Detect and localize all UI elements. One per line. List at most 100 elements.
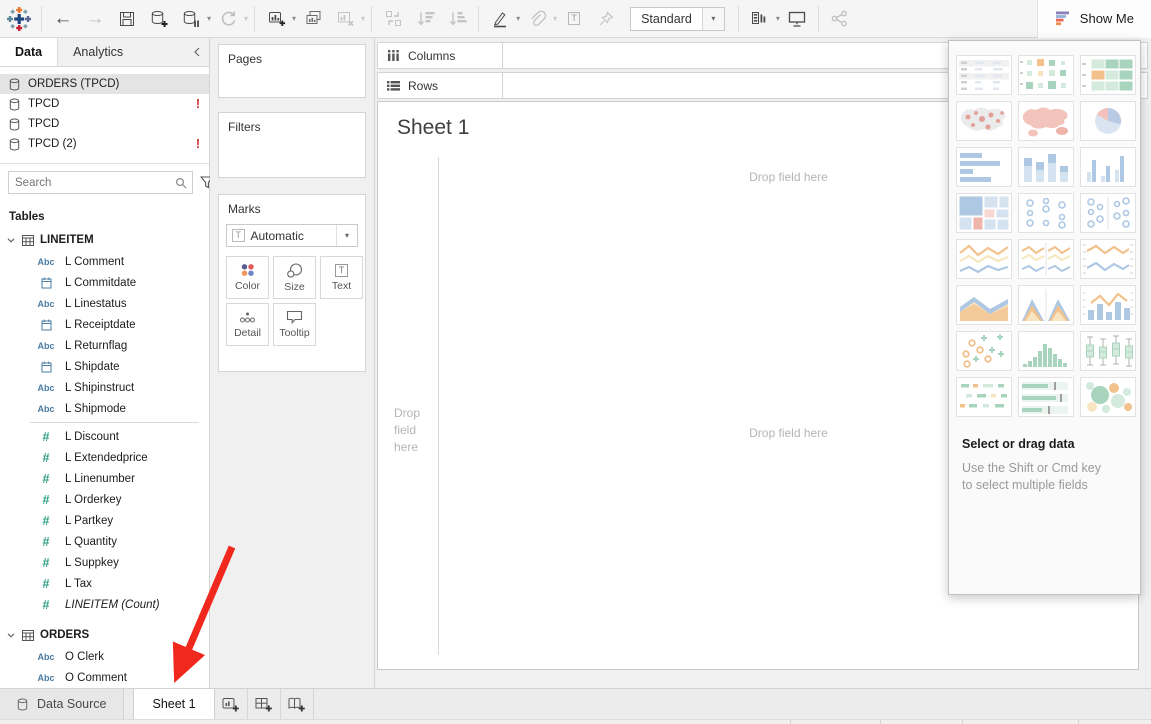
drop-zone-left[interactable]: Drop field here bbox=[394, 405, 436, 456]
showme-box-and-whisker-icon[interactable] bbox=[1080, 331, 1136, 371]
field-item[interactable]: L Shipdate bbox=[0, 356, 209, 377]
field-item[interactable]: #LINEITEM (Count) bbox=[0, 594, 209, 615]
detail-button[interactable]: Detail bbox=[226, 303, 269, 346]
undo-button[interactable]: ← bbox=[51, 5, 75, 33]
presentation-mode-button[interactable] bbox=[785, 5, 809, 33]
showme-filled-map-icon[interactable] bbox=[1018, 101, 1074, 141]
group-members-caret[interactable]: ▾ bbox=[553, 14, 557, 23]
table-header[interactable]: ORDERS bbox=[0, 624, 209, 646]
showme-histogram-icon[interactable] bbox=[1018, 331, 1074, 371]
showme-gantt-icon[interactable] bbox=[956, 377, 1012, 417]
field-item[interactable]: #L Orderkey bbox=[0, 489, 209, 510]
field-item[interactable]: #L Quantity bbox=[0, 531, 209, 552]
size-button[interactable]: Size bbox=[273, 256, 316, 299]
new-worksheet-tab-button[interactable] bbox=[215, 689, 248, 719]
showme-highlight-table-icon[interactable] bbox=[1080, 55, 1136, 95]
collapse-pane-icon[interactable] bbox=[185, 38, 209, 66]
pause-auto-updates-button[interactable] bbox=[179, 5, 203, 33]
sort-ascending-button[interactable] bbox=[413, 5, 437, 33]
showme-stacked-bars-icon[interactable] bbox=[1018, 147, 1074, 187]
showme-scatter-plot-icon[interactable] bbox=[956, 331, 1012, 371]
tab-data[interactable]: Data bbox=[0, 38, 58, 66]
fix-axes-button[interactable] bbox=[594, 5, 618, 33]
pause-auto-updates-caret[interactable]: ▾ bbox=[207, 14, 211, 23]
swap-rows-columns-button[interactable] bbox=[381, 5, 405, 33]
showme-packed-bubbles-icon[interactable] bbox=[1080, 377, 1136, 417]
field-item[interactable]: AbcO Clerk bbox=[0, 646, 209, 667]
table-header[interactable]: LINEITEM bbox=[0, 229, 209, 251]
showme-circle-views-icon[interactable] bbox=[1018, 193, 1074, 233]
showme-pie-chart-icon[interactable] bbox=[1080, 101, 1136, 141]
field-item[interactable]: #L Linenumber bbox=[0, 468, 209, 489]
fit-selector-caret[interactable]: ▾ bbox=[702, 8, 724, 30]
showme-symbol-map-icon[interactable] bbox=[956, 101, 1012, 141]
new-worksheet-button[interactable] bbox=[264, 5, 288, 33]
show-hide-cards-button[interactable] bbox=[748, 5, 772, 33]
data-source-item[interactable]: TPCD bbox=[0, 114, 209, 134]
fit-selector[interactable]: Standard ▾ bbox=[630, 7, 725, 31]
field-item[interactable]: #L Extendedprice bbox=[0, 447, 209, 468]
showme-lines-continuous-icon[interactable] bbox=[956, 239, 1012, 279]
data-source-item[interactable]: TPCD! bbox=[0, 94, 209, 114]
mark-type-caret[interactable]: ▾ bbox=[336, 225, 357, 246]
share-button[interactable] bbox=[828, 5, 852, 33]
chevron-down-icon[interactable] bbox=[6, 633, 16, 638]
show-hide-cards-caret[interactable]: ▾ bbox=[776, 14, 780, 23]
show-me-button[interactable]: Show Me bbox=[1037, 0, 1151, 38]
duplicate-sheet-button[interactable] bbox=[301, 5, 325, 33]
showme-heat-map-icon[interactable] bbox=[1018, 55, 1074, 95]
field-item[interactable]: L Receiptdate bbox=[0, 314, 209, 335]
tab-analytics[interactable]: Analytics bbox=[58, 38, 138, 66]
filters-card[interactable]: Filters bbox=[218, 112, 366, 178]
save-button[interactable] bbox=[115, 5, 139, 33]
redo-button[interactable]: → bbox=[83, 5, 107, 33]
new-story-tab-button[interactable] bbox=[281, 689, 314, 719]
show-mark-labels-button[interactable]: T bbox=[562, 5, 586, 33]
highlight-caret[interactable]: ▾ bbox=[516, 14, 520, 23]
search-box[interactable] bbox=[8, 171, 193, 194]
clear-sheet-caret[interactable]: ▾ bbox=[361, 14, 365, 23]
showme-area-continuous-icon[interactable] bbox=[956, 285, 1012, 325]
showme-dual-combination-icon[interactable] bbox=[1080, 285, 1136, 325]
new-worksheet-caret[interactable]: ▾ bbox=[292, 14, 296, 23]
showme-treemap-icon[interactable] bbox=[956, 193, 1012, 233]
field-item[interactable]: #L Partkey bbox=[0, 510, 209, 531]
data-source-item[interactable]: ORDERS (TPCD) bbox=[0, 74, 209, 94]
chevron-down-icon[interactable] bbox=[6, 238, 16, 243]
tooltip-button[interactable]: Tooltip bbox=[273, 303, 316, 346]
field-item[interactable]: L Commitdate bbox=[0, 272, 209, 293]
run-update-button[interactable] bbox=[216, 5, 240, 33]
showme-text-table-icon[interactable] bbox=[956, 55, 1012, 95]
showme-side-by-side-bars-icon[interactable] bbox=[1080, 147, 1136, 187]
mark-type-dropdown[interactable]: T Automatic ▾ bbox=[226, 224, 358, 247]
text-button[interactable]: T Text bbox=[320, 256, 363, 299]
sort-descending-button[interactable] bbox=[445, 5, 469, 33]
field-item[interactable]: AbcL Returnflag bbox=[0, 335, 209, 356]
data-source-item[interactable]: TPCD (2)! bbox=[0, 134, 209, 154]
showme-side-by-side-circles-icon[interactable] bbox=[1080, 193, 1136, 233]
new-data-source-button[interactable] bbox=[147, 5, 171, 33]
search-input[interactable] bbox=[9, 177, 175, 189]
field-item[interactable]: AbcL Linestatus bbox=[0, 293, 209, 314]
field-item[interactable]: AbcL Shipinstruct bbox=[0, 377, 209, 398]
showme-dual-lines-icon[interactable] bbox=[1080, 239, 1136, 279]
field-item[interactable]: AbcL Comment bbox=[0, 251, 209, 272]
color-button[interactable]: Color bbox=[226, 256, 269, 299]
new-dashboard-tab-button[interactable] bbox=[248, 689, 281, 719]
clear-sheet-button[interactable] bbox=[333, 5, 357, 33]
showme-lines-discrete-icon[interactable] bbox=[1018, 239, 1074, 279]
showme-area-discrete-icon[interactable] bbox=[1018, 285, 1074, 325]
field-item[interactable]: #L Tax bbox=[0, 573, 209, 594]
field-item[interactable]: AbcL Shipmode bbox=[0, 398, 209, 419]
run-update-caret[interactable]: ▾ bbox=[244, 14, 248, 23]
field-item[interactable]: #L Suppkey bbox=[0, 552, 209, 573]
field-item[interactable]: #L Discount bbox=[0, 426, 209, 447]
highlight-button[interactable] bbox=[488, 5, 512, 33]
group-members-button[interactable] bbox=[525, 5, 549, 33]
showme-bullet-graph-icon[interactable] bbox=[1018, 377, 1074, 417]
tab-data-source[interactable]: Data Source bbox=[0, 689, 124, 719]
showme-horizontal-bars-icon[interactable] bbox=[956, 147, 1012, 187]
tab-sheet-1[interactable]: Sheet 1 bbox=[133, 689, 214, 719]
field-item[interactable]: AbcO Comment bbox=[0, 667, 209, 688]
pages-card[interactable]: Pages bbox=[218, 44, 366, 98]
